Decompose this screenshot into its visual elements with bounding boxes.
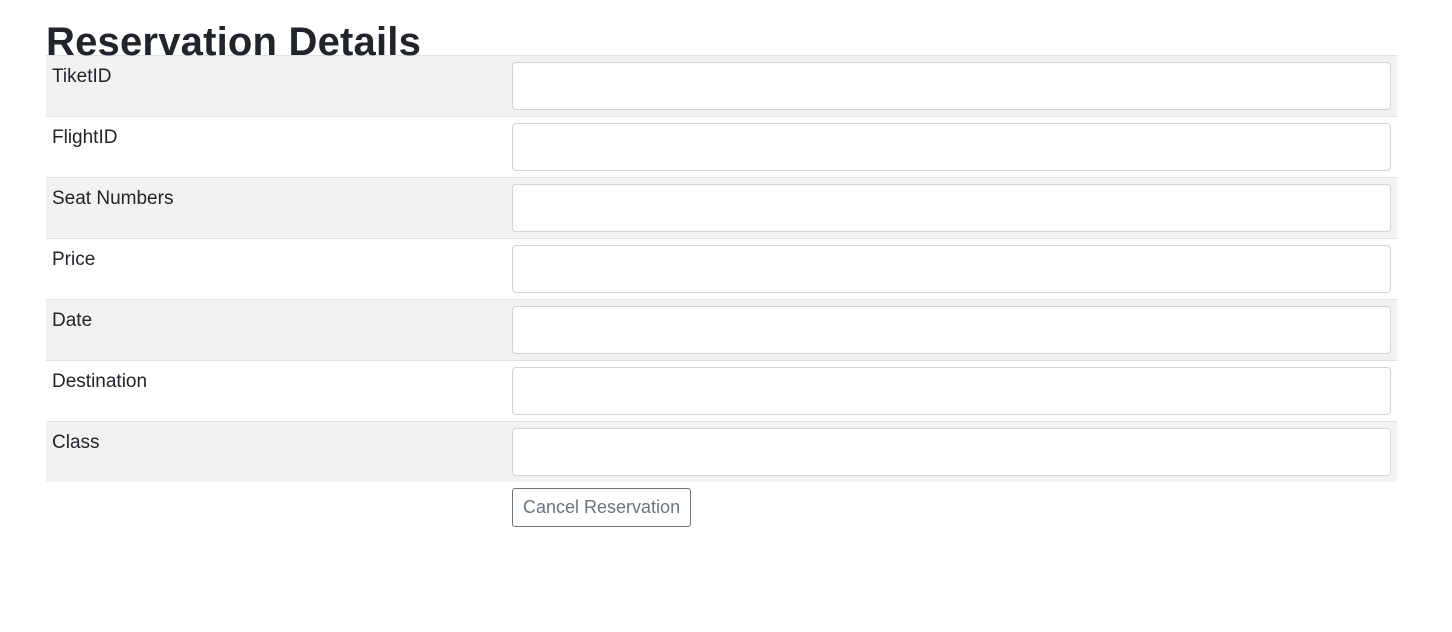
field-label-destination: Destination	[46, 360, 506, 422]
destination-input[interactable]	[512, 367, 1391, 415]
field-row-flight-id: FlightID	[46, 116, 1397, 178]
field-label-price: Price	[46, 238, 506, 300]
reservation-details-table: TiketID FlightID Seat Numbers Price Date…	[46, 55, 1397, 533]
price-input[interactable]	[512, 245, 1391, 293]
page-title: Reservation Details	[46, 20, 422, 64]
field-row-class: Class	[46, 421, 1397, 482]
field-row-price: Price	[46, 238, 1397, 300]
field-row-date: Date	[46, 299, 1397, 361]
ticket-id-input[interactable]	[512, 62, 1391, 110]
field-label-date: Date	[46, 299, 506, 361]
date-input[interactable]	[512, 306, 1391, 354]
seat-numbers-input[interactable]	[512, 184, 1391, 232]
actions-row: Cancel Reservation	[46, 482, 1397, 533]
field-row-seat-numbers: Seat Numbers	[46, 177, 1397, 239]
field-row-destination: Destination	[46, 360, 1397, 422]
cancel-reservation-button[interactable]: Cancel Reservation	[512, 488, 692, 527]
page-container: Reservation Details TiketID FlightID Sea…	[46, 0, 1397, 533]
field-label-flight-id: FlightID	[46, 116, 506, 178]
field-label-seat-numbers: Seat Numbers	[46, 177, 506, 239]
class-input[interactable]	[512, 428, 1391, 476]
field-label-class: Class	[46, 421, 506, 482]
flight-id-input[interactable]	[512, 123, 1391, 171]
